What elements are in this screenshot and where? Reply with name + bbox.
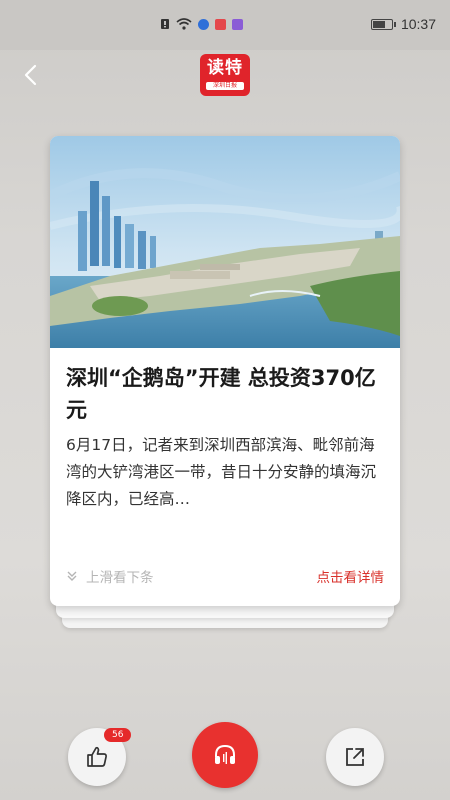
view-detail-link[interactable]: 点击看详情: [317, 566, 385, 586]
chevron-left-icon: [24, 64, 37, 86]
status-time: 10:37: [400, 16, 436, 32]
headphones-icon: [215, 744, 235, 764]
app-icon-blue: [198, 18, 209, 30]
share-icon: [346, 748, 364, 766]
listen-button[interactable]: [192, 722, 258, 788]
back-button[interactable]: [18, 62, 44, 88]
news-title[interactable]: 深圳“企鹅岛”开建 总投资370亿元: [66, 362, 390, 426]
news-summary: 6月17日，记者来到深圳西部滨海、毗邻前海湾的大铲湾港区一带，昔日十分安静的填海…: [66, 436, 377, 508]
app-logo: 读特 深圳日报: [200, 54, 250, 96]
battery-icon: [370, 18, 396, 30]
status-right: 10:37: [370, 16, 436, 32]
card-footer: 上滑看下条 点击看详情: [66, 564, 384, 588]
share-button[interactable]: [326, 728, 384, 786]
swipe-hint[interactable]: 上滑看下条: [66, 566, 154, 586]
app-icon-red: [215, 18, 226, 30]
thumbs-up-icon: [87, 746, 107, 767]
logo-sub-text: 深圳日报: [206, 82, 244, 90]
status-bar: 10:37: [0, 0, 450, 50]
notification-icon: [161, 19, 169, 29]
wifi-icon: [176, 18, 192, 30]
news-card[interactable]: 深圳“企鹅岛”开建 总投资370亿元 6月17日，记者来到深圳西部滨海、毗邻前海…: [50, 136, 400, 606]
like-count-badge: 56: [104, 728, 132, 742]
double-chevron-down-icon: [67, 571, 77, 581]
status-icons: [160, 18, 243, 30]
swipe-hint-label: 上滑看下条: [86, 570, 154, 586]
news-image: [50, 136, 400, 348]
app-icon-purple: [232, 18, 243, 30]
logo-main-text: 读特: [207, 58, 243, 78]
